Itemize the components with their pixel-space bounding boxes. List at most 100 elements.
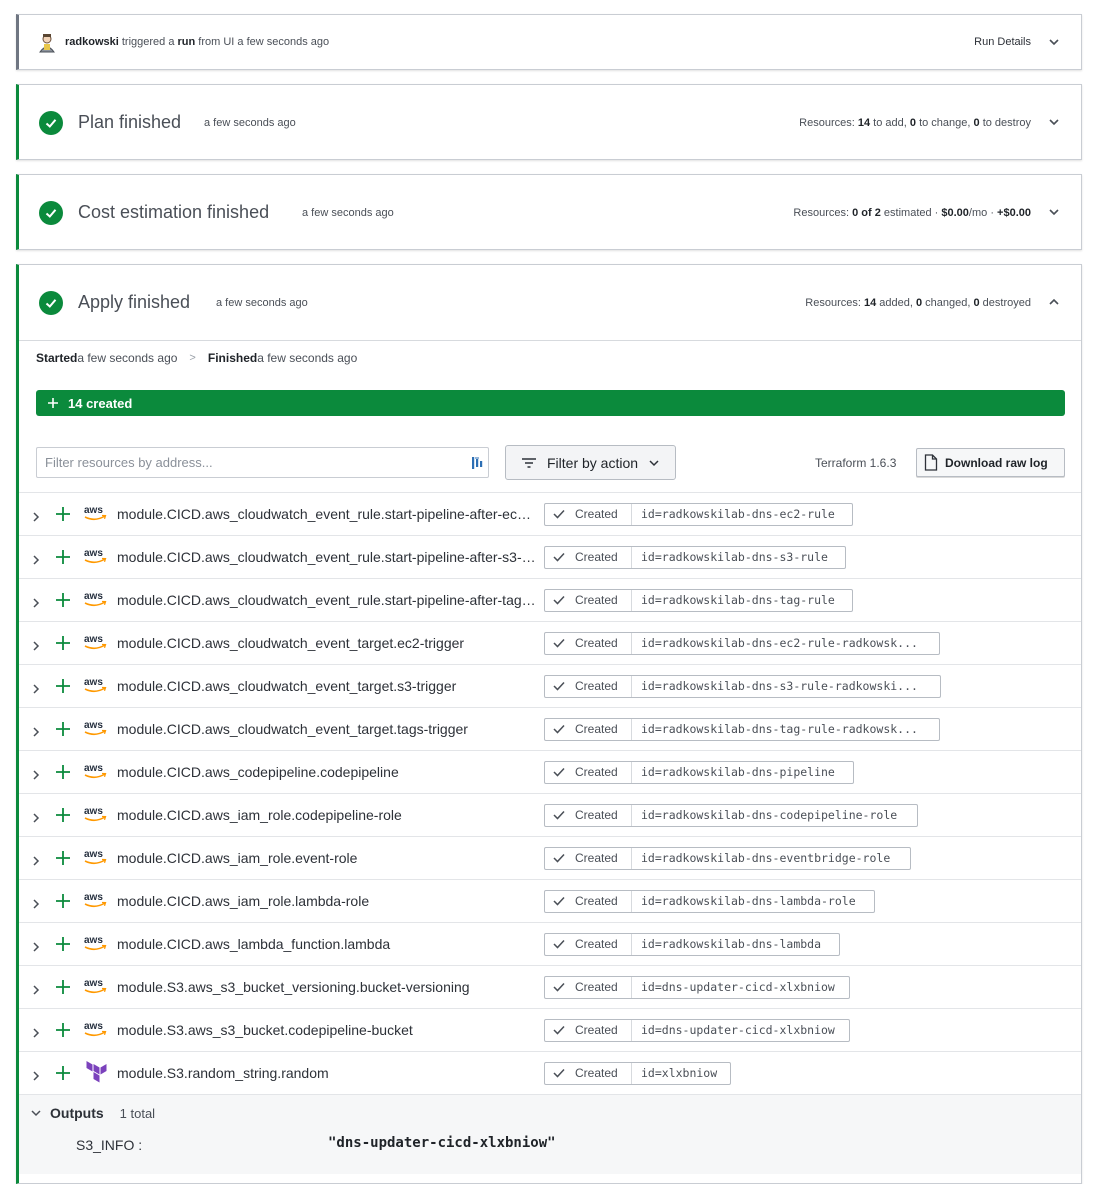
download-raw-log-button[interactable]: Download raw log bbox=[916, 448, 1065, 477]
chevron-right-icon[interactable] bbox=[31, 982, 41, 995]
resource-address: module.CICD.aws_cloudwatch_event_target.… bbox=[117, 678, 457, 694]
check-icon bbox=[553, 767, 565, 777]
chevron-right-icon[interactable] bbox=[31, 509, 41, 522]
resource-row[interactable]: aws module.CICD.aws_iam_role.event-role … bbox=[19, 836, 1081, 879]
resource-status: Created bbox=[575, 1066, 618, 1080]
user-avatar-icon bbox=[38, 33, 56, 53]
svg-text:aws: aws bbox=[84, 505, 103, 516]
check-icon bbox=[553, 810, 565, 820]
resource-row[interactable]: module.S3.random_string.random Created i… bbox=[19, 1051, 1081, 1094]
apply-summary: Resources: 14 added, 0 changed, 0 destro… bbox=[805, 297, 1031, 309]
chevron-right-icon[interactable] bbox=[31, 638, 41, 651]
check-icon bbox=[553, 681, 565, 691]
plus-icon bbox=[55, 592, 71, 608]
resource-status: Created bbox=[575, 851, 618, 865]
filter-lines-icon bbox=[521, 457, 537, 469]
badge-status: Created bbox=[545, 589, 632, 611]
check-circle-icon bbox=[39, 111, 63, 135]
apply-stage-card: Apply finished a few seconds ago Resourc… bbox=[16, 264, 1082, 1184]
resource-status: Created bbox=[575, 980, 618, 994]
check-icon bbox=[553, 1025, 565, 1035]
check-icon bbox=[553, 982, 565, 992]
resource-status: Created bbox=[575, 550, 618, 564]
trigger-user[interactable]: radkowski bbox=[65, 36, 119, 48]
apply-title: Apply finished bbox=[78, 292, 191, 312]
output-value: "dns-updater-cicd-xlxbniow" bbox=[328, 1135, 556, 1151]
aws-logo-icon: aws bbox=[83, 675, 109, 695]
chevron-down-icon[interactable] bbox=[1047, 35, 1061, 49]
resource-status-badge: Created id=radkowskilab-dns-s3-rule bbox=[544, 545, 846, 569]
outputs-count: 1 total bbox=[119, 1105, 156, 1121]
chevron-right-icon[interactable] bbox=[31, 552, 41, 565]
resource-row[interactable]: aws module.S3.aws_s3_bucket_versioning.b… bbox=[19, 965, 1081, 1008]
started-label: Started bbox=[36, 350, 78, 365]
cost-summary-prefix: Resources: bbox=[793, 207, 853, 219]
aws-logo-icon: aws bbox=[83, 718, 109, 738]
badge-status: Created bbox=[545, 546, 632, 568]
resource-id: id=dns-updater-cicd-xlxbniow bbox=[641, 1023, 835, 1037]
resource-id: id=radkowskilab-dns-eventbridge-role bbox=[641, 851, 891, 865]
chevron-down-icon bbox=[30, 1107, 42, 1119]
chevron-right-icon[interactable] bbox=[31, 1025, 41, 1038]
svg-text:aws: aws bbox=[84, 806, 103, 817]
plan-stage-card[interactable]: Plan finished a few seconds ago Resource… bbox=[16, 84, 1082, 160]
resource-row[interactable]: aws module.CICD.aws_lambda_function.lamb… bbox=[19, 922, 1081, 965]
resource-row[interactable]: aws module.CICD.aws_cloudwatch_event_rul… bbox=[19, 535, 1081, 578]
cost-stage-card[interactable]: Cost estimation finished a few seconds a… bbox=[16, 174, 1082, 250]
plan-time: a few seconds ago bbox=[204, 117, 296, 129]
badge-status: Created bbox=[545, 718, 632, 740]
resource-id: id=radkowskilab-dns-codepipeline-role bbox=[641, 808, 898, 822]
resource-address: module.CICD.aws_codepipeline.codepipelin… bbox=[117, 764, 399, 780]
outputs-section: Outputs 1 total S3_INFO : "dns-updater-c… bbox=[19, 1094, 1081, 1174]
chevron-down-icon[interactable] bbox=[1047, 115, 1061, 129]
svg-text:aws: aws bbox=[84, 935, 103, 946]
resource-status-badge: Created id=radkowskilab-dns-ec2-rule-rad… bbox=[544, 631, 940, 655]
chevron-right-icon[interactable] bbox=[31, 810, 41, 823]
plan-add-label: to add, bbox=[870, 117, 910, 129]
timeline-separator: > bbox=[189, 351, 196, 364]
resource-row[interactable]: aws module.CICD.aws_cloudwatch_event_tar… bbox=[19, 621, 1081, 664]
plan-destroy-label: to destroy bbox=[979, 117, 1031, 129]
resource-row[interactable]: aws module.CICD.aws_iam_role.codepipelin… bbox=[19, 793, 1081, 836]
plus-icon bbox=[55, 1022, 71, 1038]
outputs-label: Outputs bbox=[50, 1105, 104, 1121]
chevron-right-icon[interactable] bbox=[31, 896, 41, 909]
chevron-right-icon[interactable] bbox=[31, 595, 41, 608]
chevron-right-icon[interactable] bbox=[31, 939, 41, 952]
created-summary-bar[interactable]: 14 created bbox=[36, 390, 1065, 416]
resource-id: id=dns-updater-cicd-xlxbniow bbox=[641, 980, 835, 994]
chevron-right-icon[interactable] bbox=[31, 724, 41, 737]
resource-row[interactable]: aws module.CICD.aws_cloudwatch_event_rul… bbox=[19, 578, 1081, 621]
resource-id: id=radkowskilab-dns-ec2-rule bbox=[641, 507, 835, 521]
resource-row[interactable]: aws module.S3.aws_s3_bucket.codepipeline… bbox=[19, 1008, 1081, 1051]
filter-by-action-button[interactable]: Filter by action bbox=[505, 445, 676, 480]
resource-address: module.CICD.aws_iam_role.codepipeline-ro… bbox=[117, 807, 402, 823]
badge-status: Created bbox=[545, 632, 632, 654]
resource-address: module.CICD.aws_cloudwatch_event_rule.st… bbox=[117, 549, 537, 565]
resource-row[interactable]: aws module.CICD.aws_cloudwatch_event_tar… bbox=[19, 664, 1081, 707]
terraform-version: Terraform 1.6.3 bbox=[815, 456, 897, 470]
chevron-down-icon[interactable] bbox=[1047, 205, 1061, 219]
resource-row[interactable]: aws module.CICD.aws_codepipeline.codepip… bbox=[19, 750, 1081, 793]
chevron-right-icon[interactable] bbox=[31, 681, 41, 694]
resource-row[interactable]: aws module.CICD.aws_cloudwatch_event_rul… bbox=[19, 492, 1081, 535]
finished-label: Finished bbox=[207, 350, 258, 365]
resource-status: Created bbox=[575, 937, 618, 951]
chevron-right-icon[interactable] bbox=[31, 1068, 41, 1081]
resource-row[interactable]: aws module.CICD.aws_iam_role.lambda-role… bbox=[19, 879, 1081, 922]
run-details-label[interactable]: Run Details bbox=[974, 36, 1031, 48]
resource-id: id=radkowskilab-dns-pipeline bbox=[641, 765, 835, 779]
filter-resources-input[interactable] bbox=[36, 447, 489, 478]
chevron-right-icon[interactable] bbox=[31, 767, 41, 780]
chevron-right-icon[interactable] bbox=[31, 853, 41, 866]
created-bar-label: 14 created bbox=[68, 395, 133, 411]
plan-change-label: to change, bbox=[916, 117, 974, 129]
outputs-header[interactable]: Outputs 1 total bbox=[30, 1105, 155, 1121]
download-raw-log-label: Download raw log bbox=[945, 455, 1048, 470]
resource-status-badge: Created id=radkowskilab-dns-tag-rule-rad… bbox=[544, 717, 940, 741]
badge-status: Created bbox=[545, 976, 632, 998]
chevron-up-icon[interactable] bbox=[1047, 295, 1061, 309]
aws-logo-icon: aws bbox=[83, 890, 109, 910]
resource-row[interactable]: aws module.CICD.aws_cloudwatch_event_tar… bbox=[19, 707, 1081, 750]
resource-status: Created bbox=[575, 593, 618, 607]
